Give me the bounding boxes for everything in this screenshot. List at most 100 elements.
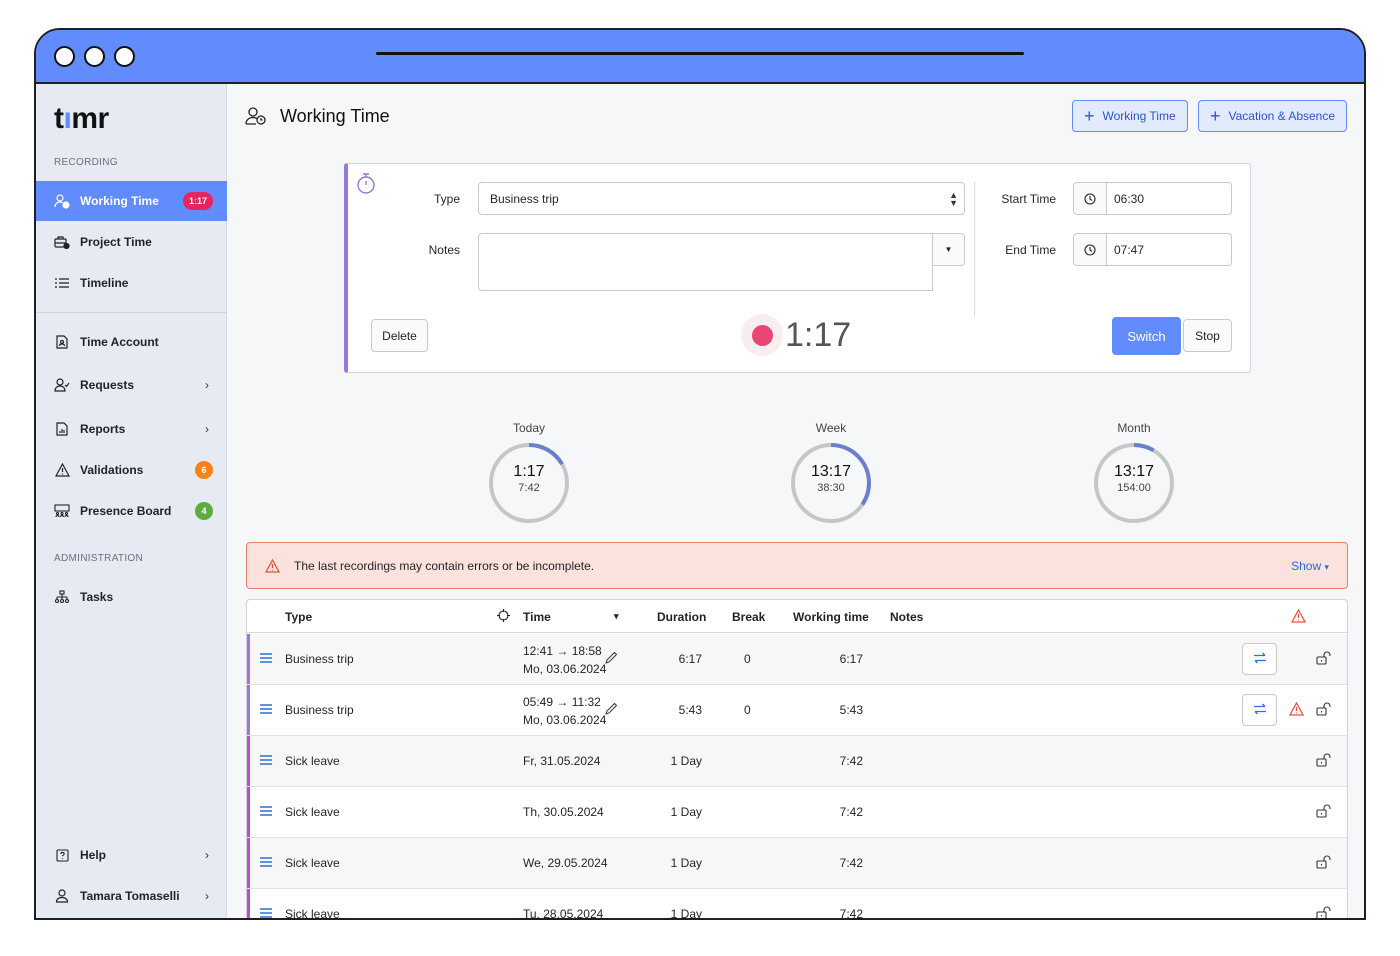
column-header-time[interactable]: Time [523, 610, 551, 624]
table-header: Type Time ▾ Duration Break Working time … [247, 600, 1347, 633]
cell-break: 0 [744, 652, 751, 666]
table-row[interactable]: Sick leave Fr, 31.05.2024 1 Day 7:42 [247, 736, 1347, 787]
briefcase-clock-icon [54, 234, 70, 250]
sidebar-item-timeline[interactable]: Timeline [36, 263, 227, 303]
clock-icon[interactable] [1074, 234, 1107, 265]
sidebar-item-label: Reports [80, 422, 126, 436]
row-menu-icon[interactable] [260, 652, 272, 666]
sidebar-divider [36, 312, 227, 313]
sidebar-item-validations[interactable]: Validations 6 [36, 450, 227, 490]
sidebar-item-label: Validations [80, 463, 144, 477]
switch-entry-button[interactable] [1242, 643, 1277, 675]
type-select[interactable]: Business trip ▲ ▼ [478, 182, 965, 215]
cell-type: Business trip [285, 703, 354, 717]
edit-pencil-icon[interactable] [605, 702, 618, 718]
row-menu-icon[interactable] [260, 805, 272, 819]
sidebar-item-reports[interactable]: Reports › [36, 409, 227, 449]
table-row[interactable]: Business trip 12:41 → 18:58 Mo, 03.06.20… [247, 634, 1347, 685]
type-color-bar [247, 787, 250, 837]
title-bar [36, 30, 1364, 84]
delete-button[interactable]: Delete [371, 319, 428, 352]
switch-entry-button[interactable] [1242, 694, 1277, 726]
notes-template-dropdown[interactable]: ▼ [932, 233, 965, 266]
add-vacation-absence-button[interactable]: + Vacation & Absence [1198, 100, 1348, 132]
gauge-month: Month 13:17 154:00 [1089, 421, 1179, 525]
presence-board-icon [54, 503, 70, 519]
unlock-icon[interactable] [1316, 906, 1332, 918]
window-minimize-button[interactable] [84, 46, 105, 67]
time-recorder-card: Type Business trip ▲ ▼ Notes ▼ Start Time… [344, 163, 1251, 373]
chevron-right-icon: › [205, 889, 209, 903]
sidebar-item-project-time[interactable]: Project Time [36, 222, 227, 262]
column-header-duration[interactable]: Duration [657, 610, 706, 624]
column-header-notes[interactable]: Notes [890, 610, 923, 624]
sidebar-item-presence-board[interactable]: Presence Board 4 [36, 491, 227, 531]
sidebar-item-label: Requests [80, 378, 135, 392]
table-row[interactable]: Sick leave Th, 30.05.2024 1 Day 7:42 [247, 787, 1347, 838]
warning-icon [1288, 701, 1305, 719]
unlock-icon[interactable] [1316, 804, 1332, 821]
sidebar-item-label: Project Time [80, 235, 152, 249]
cell-time-range: 12:41 → 18:58 [523, 644, 602, 658]
stop-button[interactable]: Stop [1183, 319, 1232, 352]
add-working-time-button[interactable]: + Working Time [1072, 100, 1188, 132]
start-time-input[interactable]: 06:30 [1073, 182, 1232, 215]
recording-indicator-icon [741, 314, 783, 356]
edit-pencil-icon[interactable] [605, 651, 618, 667]
sidebar-item-tasks[interactable]: Tasks [36, 577, 227, 617]
end-time-input[interactable]: 07:47 [1073, 233, 1232, 266]
column-header-break[interactable]: Break [732, 610, 765, 624]
section-label-recording: RECORDING [54, 157, 118, 168]
type-color-bar [247, 685, 250, 735]
sidebar-item-requests[interactable]: Requests › [36, 365, 227, 405]
unlock-icon[interactable] [1316, 753, 1332, 770]
sidebar-item-label: Tasks [80, 590, 114, 604]
cell-working-time: 7:42 [839, 856, 863, 870]
table-row[interactable]: Sick leave Tu, 28.05.2024 1 Day 7:42 [247, 889, 1347, 920]
running-time-badge: 1:17 [182, 192, 213, 210]
sidebar-item-help[interactable]: Help › [36, 835, 227, 875]
unlock-icon[interactable] [1316, 651, 1332, 668]
section-label-administration: ADMINISTRATION [54, 553, 144, 564]
gauge-today: Today 1:17 7:42 [484, 421, 574, 525]
cell-duration: 6:17 [678, 652, 702, 666]
crosshair-icon[interactable] [497, 609, 510, 625]
sidebar-item-working-time[interactable]: Working Time 1:17 [36, 181, 227, 221]
sidebar-item-label: Help [80, 848, 107, 862]
row-menu-icon[interactable] [260, 703, 272, 717]
end-time-label: End Time [1005, 243, 1056, 257]
unlock-icon[interactable] [1316, 702, 1332, 719]
notes-textarea[interactable] [478, 233, 933, 291]
cell-working-time: 5:43 [839, 703, 863, 717]
table-row[interactable]: Business trip 05:49 → 11:32 Mo, 03.06.20… [247, 685, 1347, 736]
swap-arrows-icon [1253, 652, 1267, 667]
unlock-icon[interactable] [1316, 855, 1332, 872]
address-bar[interactable] [376, 52, 1024, 55]
cell-date: Tu, 28.05.2024 [523, 907, 604, 920]
cell-working-time: 6:17 [839, 652, 863, 666]
gauge-label: Month [1117, 421, 1151, 435]
recordings-table: Type Time ▾ Duration Break Working time … [246, 599, 1348, 920]
gauge-value: 1:17 [513, 463, 545, 480]
window-maximize-button[interactable] [114, 46, 135, 67]
gauge-target: 154:00 [1117, 482, 1151, 494]
main-content: Working Time + Working Time + Vacation &… [228, 84, 1364, 918]
row-menu-icon[interactable] [260, 754, 272, 768]
clock-icon[interactable] [1074, 183, 1107, 214]
row-menu-icon[interactable] [260, 856, 272, 870]
window-close-button[interactable] [54, 46, 75, 67]
sidebar: tımr RECORDING Working Time 1:17 Project… [36, 84, 227, 918]
cell-duration: 1 Day [670, 805, 702, 819]
column-header-type[interactable]: Type [285, 610, 312, 624]
show-details-button[interactable]: Show ▾ [1291, 559, 1329, 573]
sidebar-item-time-account[interactable]: Time Account [36, 322, 227, 362]
table-row[interactable]: Sick leave We, 29.05.2024 1 Day 7:42 [247, 838, 1347, 889]
row-menu-icon[interactable] [260, 907, 272, 918]
plus-icon: + [1084, 106, 1095, 126]
app-logo[interactable]: tımr [54, 102, 109, 136]
gauge-week: Week 13:17 38:30 [786, 421, 876, 525]
column-header-working-time[interactable]: Working time [793, 610, 869, 624]
sort-chevron-down-icon[interactable]: ▾ [614, 611, 619, 622]
sidebar-item-user-profile[interactable]: Tamara Tomaselli › [36, 876, 227, 916]
switch-button[interactable]: Switch [1112, 317, 1181, 355]
